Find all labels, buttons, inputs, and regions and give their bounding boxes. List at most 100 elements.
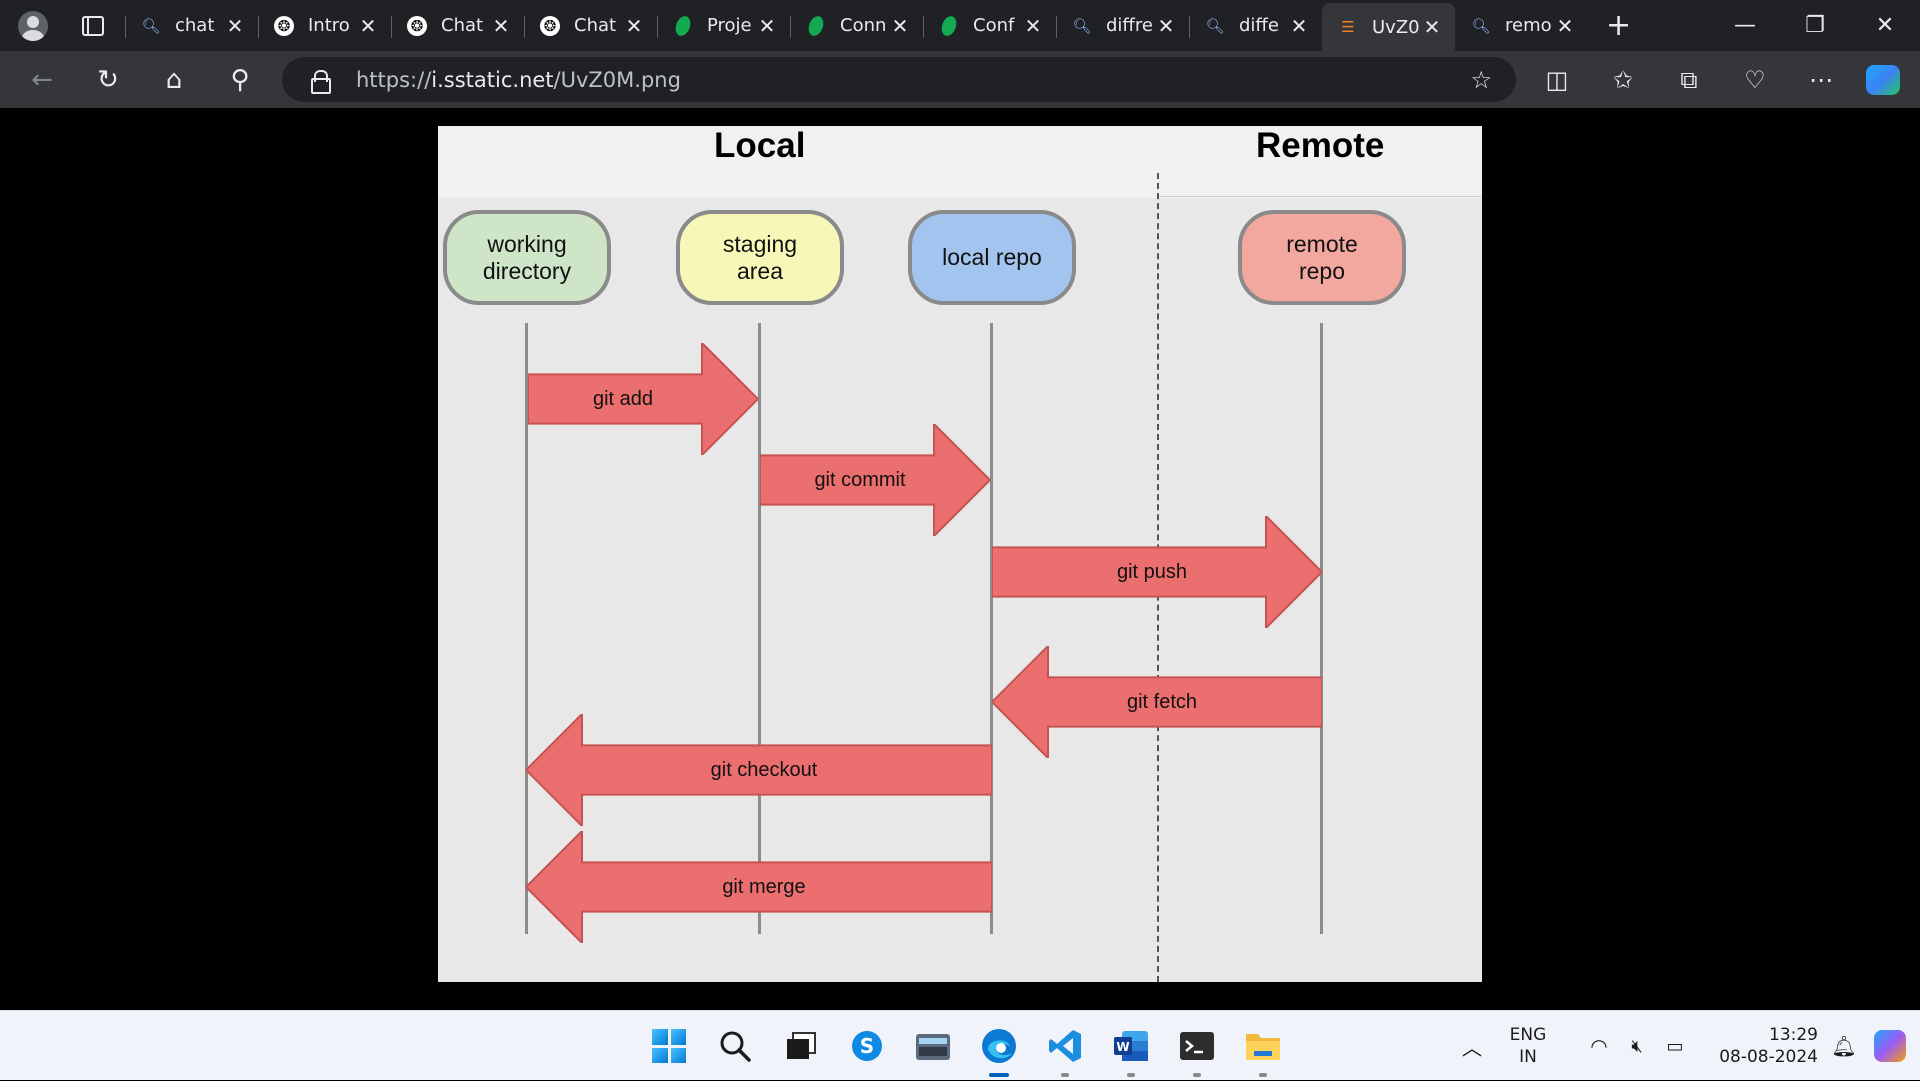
close-tab-icon[interactable]: ✕ [756,14,778,38]
back-arrow-icon[interactable]: ← [9,65,75,95]
running-indicator [1061,1073,1069,1077]
tab-strip: 🔍︎ chat ✕ ❂ Intro ✕ ❂ Chat ✕ ❂ Chat ✕ Pr… [0,0,1920,51]
terminal-icon [1180,1032,1214,1060]
node-label: remote [1286,230,1358,257]
close-tab-icon[interactable]: ✕ [623,14,645,38]
more-menu-icon[interactable]: ⋯ [1788,66,1854,94]
node-label: local repo [942,244,1042,270]
restore-icon[interactable]: ❐ [1780,13,1850,38]
skype-app[interactable]: S [834,1013,900,1079]
battery-charging-icon[interactable]: ▭ [1654,1036,1696,1057]
refresh-icon[interactable]: ↻ [75,65,141,95]
wifi-icon[interactable]: ◠ [1578,1034,1620,1058]
speaker-muted-icon[interactable]: 🔇︎ [1620,1036,1654,1057]
browser-tab[interactable]: 🔍︎ diffre ✕ [1056,6,1189,46]
region-label-local: Local [714,126,806,165]
close-tab-icon[interactable]: ✕ [1288,14,1310,38]
browser-tab[interactable]: 🔍︎ chat ✕ [125,6,258,46]
close-tab-icon[interactable]: ✕ [224,14,246,38]
node-staging-area: staging area [676,210,844,305]
git-workflow-diagram: Local Remote working directory staging are… [438,126,1482,982]
favorites-icon[interactable]: ✩ [1590,66,1656,94]
copilot-preview-icon[interactable] [1874,1030,1906,1062]
file-explorer-app[interactable] [1230,1013,1296,1079]
browser-tab[interactable]: ❂ Chat ✕ [524,6,657,46]
browser-tab[interactable]: Proje ✕ [657,6,790,46]
clock-time: 13:29 [1769,1025,1818,1045]
arrow-label-git-merge: git merge [722,875,806,898]
vscode-app[interactable] [1032,1013,1098,1079]
notification-bell-icon[interactable]: 🔔︎ [1818,1034,1870,1058]
close-window-icon[interactable]: ✕ [1850,13,1920,38]
close-tab-icon[interactable]: ✕ [1421,15,1443,39]
split-screen-icon[interactable]: ◫ [1524,66,1590,94]
edge-browser-app[interactable] [966,1013,1032,1079]
browser-tab[interactable]: 🔍︎ diffe ✕ [1189,6,1322,46]
window-controls: — ❐ ✕ [1710,0,1920,51]
remote-header-rule [1159,196,1482,197]
taskbar-search-button[interactable] [702,1013,768,1079]
windows-logo-icon [652,1029,686,1063]
browser-tab[interactable]: 🔍︎ remo ✕ [1455,6,1588,46]
search-icon[interactable]: ⚲ [207,65,273,95]
minimize-icon[interactable]: — [1710,13,1780,38]
close-tab-icon[interactable]: ✕ [357,14,379,38]
node-label: repo [1298,257,1346,284]
close-tab-icon[interactable]: ✕ [1554,14,1576,38]
arrow-git-checkout: git checkout [526,714,992,826]
lock-icon[interactable] [310,69,331,94]
browser-tab[interactable]: Conf ✕ [923,6,1056,46]
close-tab-icon[interactable]: ✕ [1022,14,1044,38]
node-local-repo: local repo [908,210,1076,305]
touch-keyboard-app[interactable] [900,1013,966,1079]
browser-essentials-icon[interactable]: ♡ [1722,66,1788,94]
arrow-label-git-checkout: git checkout [710,758,818,781]
favorite-star-icon[interactable]: ☆ [1470,66,1492,94]
toolbar-right: ◫ ✩ ⧉ ♡ ⋯ [1524,51,1920,108]
copilot-icon[interactable] [1866,64,1900,95]
close-tab-icon[interactable]: ✕ [1155,14,1177,38]
profile-avatar-icon[interactable] [18,10,48,41]
language-indicator[interactable]: ENG IN [1494,1024,1562,1068]
keyboard-app-icon [916,1034,950,1060]
terminal-app[interactable] [1164,1013,1230,1079]
search-icon: 🔍︎ [1072,16,1092,35]
address-bar[interactable]: https://i.sstatic.net/UvZ0M.png ☆ [282,57,1516,102]
collections-icon[interactable]: ⧉ [1656,66,1722,94]
mongodb-leaf-icon [807,14,825,37]
tab-title: Intro [308,15,350,36]
tab-title: Conn [840,15,887,36]
region-label: IN [1519,1047,1537,1067]
arrow-git-add: git add [528,343,758,455]
task-view-button[interactable] [768,1013,834,1079]
tab-title: Chat [441,15,484,36]
mongodb-leaf-icon [674,14,692,37]
tab-title: Chat [574,15,617,36]
browser-tab[interactable]: ❂ Chat ✕ [391,6,524,46]
start-button[interactable] [636,1013,702,1079]
tab-title: Conf [973,15,1015,36]
tab-title: chat [175,15,215,36]
close-tab-icon[interactable]: ✕ [490,14,512,38]
arrow-git-commit: git commit [760,424,990,536]
running-indicator [1193,1073,1201,1077]
close-tab-icon[interactable]: ✕ [889,14,911,38]
clock[interactable]: 13:29 08-08-2024 [1708,1024,1818,1068]
address-url[interactable]: https://i.sstatic.net/UvZ0M.png [356,68,681,92]
svg-text:W: W [1116,1040,1129,1054]
stackoverflow-icon: ☰ [1341,18,1355,36]
home-icon[interactable]: ⌂ [141,65,207,95]
show-hidden-icons-chevron-icon[interactable]: ︿ [1450,1032,1494,1061]
tab-actions-icon[interactable] [82,15,104,36]
word-app[interactable]: W [1098,1013,1164,1079]
arrow-label-git-add: git add [592,387,654,410]
arrow-label-git-fetch: git fetch [1126,690,1198,713]
running-indicator [1127,1073,1135,1077]
browser-tab[interactable]: Conn ✕ [790,6,923,46]
word-icon: W [1114,1031,1148,1061]
new-tab-plus-icon[interactable]: + [1606,10,1631,41]
browser-tab-active[interactable]: ☰ UvZ0 ✕ [1322,3,1455,51]
task-view-icon [787,1032,816,1059]
browser-tab[interactable]: ❂ Intro ✕ [258,6,391,46]
tab-title: remo [1505,15,1552,36]
